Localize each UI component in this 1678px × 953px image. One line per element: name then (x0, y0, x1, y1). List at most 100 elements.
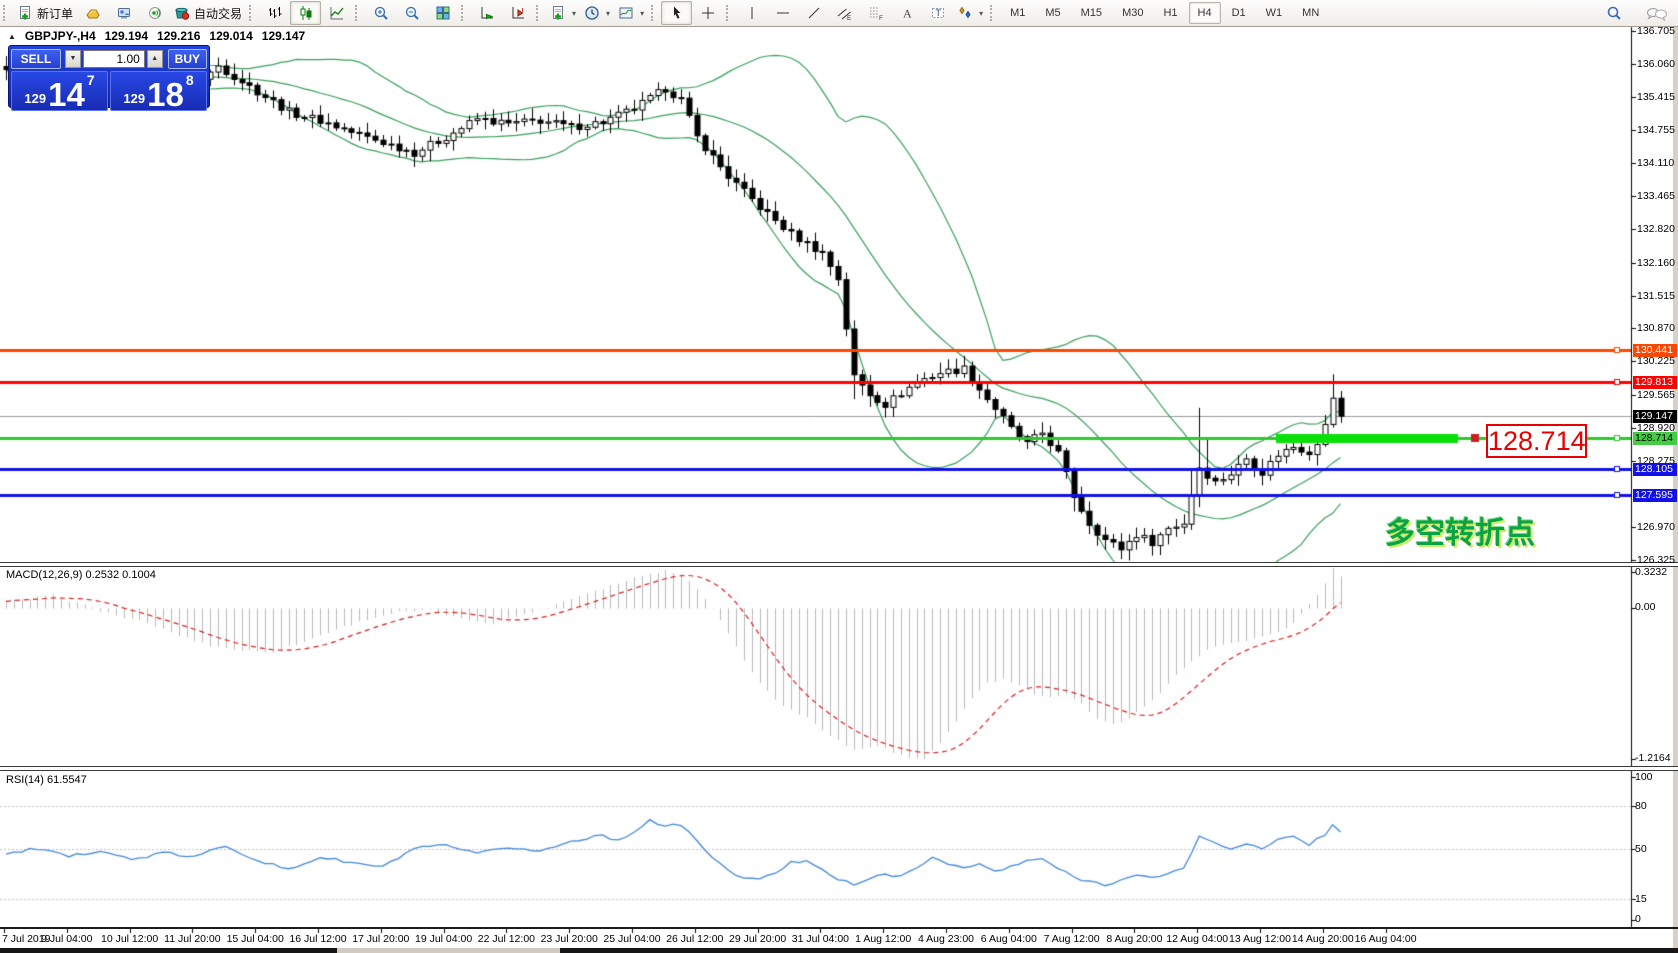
svg-text:F: F (879, 15, 883, 21)
sell-price-sup: 7 (87, 73, 95, 87)
toolbar-grip (3, 5, 10, 21)
chart-shift-button[interactable] (502, 1, 533, 25)
time-axis-label: 16 Jul 12:00 (289, 933, 346, 945)
buy-price-box[interactable]: 129 18 8 (110, 71, 207, 111)
timeframe-h1[interactable]: H1 (1154, 2, 1186, 24)
sell-price-box[interactable]: 129 14 7 (11, 71, 108, 111)
price-close: 129.147 (262, 29, 305, 43)
cursor-button[interactable] (661, 1, 692, 25)
price-axis-tick: 134.110 (1637, 157, 1674, 169)
timeframe-m15[interactable]: M15 (1072, 2, 1111, 24)
buy-price-prefix: 129 (123, 92, 145, 105)
chinese-annotation[interactable]: 多空转折点 (1385, 508, 1535, 552)
buy-price-big: 18 (147, 81, 184, 108)
horizontal-scrollbar[interactable] (0, 948, 1678, 953)
time-axis-label: 8 Aug 20:00 (1106, 933, 1162, 945)
time-axis-label: 4 Aug 23:00 (918, 933, 974, 945)
chevron-down-icon[interactable]: ▾ (640, 9, 644, 18)
crosshair-icon (700, 5, 716, 21)
timeframe-m1[interactable]: M1 (1001, 2, 1034, 24)
price-axis-tick: 132.820 (1637, 223, 1675, 235)
sell-button[interactable]: SELL (11, 49, 61, 69)
pane-separator[interactable] (0, 766, 1678, 771)
search-icon (1605, 5, 1623, 23)
price-axis-tick: 135.415 (1637, 91, 1675, 103)
text-button[interactable]: A (891, 1, 922, 25)
trendline-icon (806, 5, 822, 21)
volume-increase-button[interactable]: ▲ (147, 50, 163, 68)
horizontal-line-icon (775, 5, 791, 21)
equidistant-channel-button[interactable]: E (829, 1, 860, 25)
hline-price-label: 129.813 (1633, 376, 1677, 389)
timeframe-h4[interactable]: H4 (1189, 2, 1221, 24)
bar-chart-button[interactable] (259, 1, 290, 25)
templates-icon (618, 5, 634, 21)
time-axis-label: 12 Aug 04:00 (1166, 933, 1228, 945)
timeframe-d1[interactable]: D1 (1223, 2, 1255, 24)
search-button[interactable] (1598, 2, 1629, 26)
hline-price-label: 127.595 (1633, 489, 1677, 502)
time-axis-label: 10 Jul 12:00 (101, 933, 158, 945)
zoom-in-button[interactable] (365, 1, 396, 25)
vertical-line-button[interactable] (736, 1, 767, 25)
price-callout-box[interactable]: 128.714 (1486, 424, 1587, 458)
svg-text:A: A (903, 7, 912, 21)
horizontal-line-button[interactable] (767, 1, 798, 25)
arrows-button[interactable]: ▾ (953, 1, 987, 25)
new-order-button[interactable]: 新订单 (13, 1, 77, 25)
tile-windows-button[interactable] (427, 1, 458, 25)
current-price-label: 129.147 (1633, 410, 1677, 423)
volume-decrease-button[interactable]: ▼ (65, 50, 81, 68)
rsi-axis-tick: 50 (1635, 843, 1647, 855)
zoom-out-button[interactable] (396, 1, 427, 25)
fibonacci-icon: F (868, 5, 884, 21)
toolbar-right (1598, 2, 1672, 26)
timeframe-w1[interactable]: W1 (1257, 2, 1292, 24)
volume-input[interactable] (83, 50, 145, 68)
toolbar-grip (355, 5, 362, 21)
chevron-down-icon[interactable]: ▾ (606, 9, 610, 18)
signal-button[interactable] (139, 1, 170, 25)
auto-scroll-button[interactable] (471, 1, 502, 25)
chat-button[interactable] (1641, 2, 1672, 26)
fibonacci-button[interactable]: F (860, 1, 891, 25)
market-watch-button[interactable] (108, 1, 139, 25)
timeframe-m5[interactable]: M5 (1036, 2, 1069, 24)
svg-text:T: T (935, 8, 941, 18)
buy-button[interactable]: BUY (168, 49, 207, 69)
time-axis-label: 15 Jul 04:00 (227, 933, 284, 945)
crosshair-button[interactable] (692, 1, 723, 25)
equidistant-channel-icon: E (837, 5, 853, 21)
price-high: 129.216 (157, 29, 200, 43)
chevron-down-icon[interactable]: ▾ (979, 9, 983, 18)
scrollbar-thumb[interactable] (337, 948, 560, 953)
periods-button[interactable]: ▾ (580, 1, 614, 25)
timeframe-m30[interactable]: M30 (1113, 2, 1152, 24)
line-chart-button[interactable] (321, 1, 352, 25)
gold-button[interactable] (77, 1, 108, 25)
chart-shift-icon (510, 5, 526, 21)
templates-button[interactable]: ▾ (614, 1, 648, 25)
pane-separator[interactable] (0, 562, 1678, 567)
price-low: 129.014 (209, 29, 252, 43)
price-axis-tick: 126.970 (1637, 521, 1675, 533)
timeframe-mn[interactable]: MN (1293, 2, 1328, 24)
macd-indicator-label: MACD(12,26,9) 0.2532 0.1004 (6, 569, 156, 581)
toolbar-grip (461, 5, 468, 21)
candle-chart-button[interactable] (290, 1, 321, 25)
hline-price-label: 128.105 (1633, 463, 1677, 476)
collapse-chart-icon[interactable]: ▲ (8, 32, 16, 41)
time-axis-label: 29 Jul 20:00 (729, 933, 786, 945)
trendline-button[interactable] (798, 1, 829, 25)
chevron-down-icon[interactable]: ▾ (572, 9, 576, 18)
autotrade-button[interactable]: 自动交易 (170, 1, 246, 25)
label-button[interactable]: T (922, 1, 953, 25)
price-axis-tick: 129.565 (1637, 389, 1675, 401)
rsi-axis-tick: 100 (1635, 771, 1653, 783)
toolbar: 新订单 自动交易 ▾ ▾ ▾ E F A T ▾ M1M5M15M30H1H4D1W1MN (0, 0, 1678, 27)
price-axis-tick: 133.465 (1637, 190, 1675, 202)
new-order-icon (17, 5, 33, 21)
price-axis-tick: 131.515 (1637, 290, 1675, 302)
indicators-button[interactable]: ▾ (546, 1, 580, 25)
chart-canvas[interactable] (0, 0, 1678, 953)
